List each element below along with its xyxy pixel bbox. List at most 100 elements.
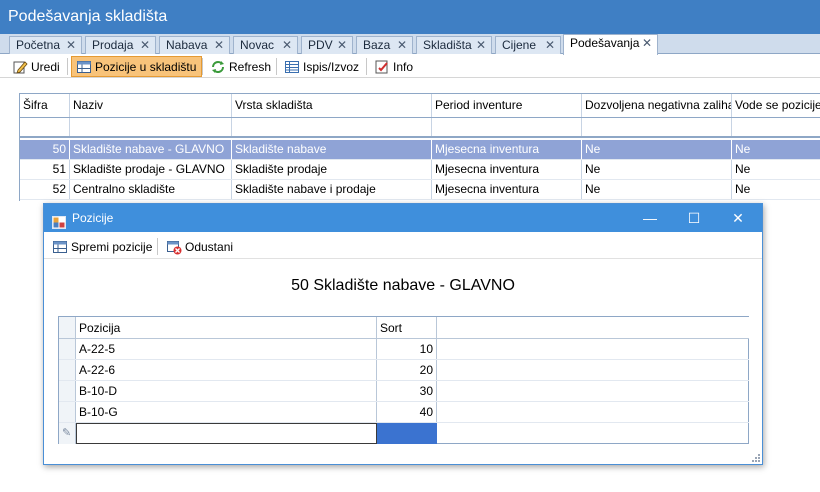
tab-baza[interactable]: Baza ✕ — [356, 36, 413, 54]
edit-button[interactable]: Uredi — [8, 56, 65, 77]
edit-icon — [12, 59, 28, 75]
print-export-label: Ispis/Izvoz — [303, 59, 360, 74]
minimize-icon[interactable]: — — [628, 204, 672, 232]
new-row-pencil-icon: ✎ — [59, 423, 76, 444]
positions-dialog: Pozicije — ☐ ✕ Spremi pozicije Odustani … — [43, 203, 763, 465]
filter-cell[interactable] — [70, 118, 232, 136]
cell-negativna: Ne — [582, 180, 732, 199]
tab-prodaja[interactable]: Prodaja ✕ — [85, 36, 156, 54]
table-row[interactable]: B-10-D 30 — [59, 381, 749, 402]
cell-period: Mjesecna inventura — [432, 140, 582, 159]
info-label: Info — [393, 59, 414, 74]
filter-cell[interactable] — [582, 118, 732, 136]
refresh-button[interactable]: Refresh — [206, 56, 276, 77]
dialog-toolbar: Spremi pozicije Odustani — [44, 233, 762, 259]
cell-sort[interactable]: 40 — [377, 402, 437, 422]
row-header[interactable] — [59, 339, 76, 359]
tab-podesavanja[interactable]: Podešavanja ✕ — [563, 34, 658, 55]
close-icon[interactable]: ✕ — [545, 37, 555, 53]
close-icon[interactable]: ✕ — [282, 37, 292, 53]
dialog-heading: 50 Skladište nabave - GLAVNO — [291, 277, 515, 294]
filter-cell[interactable] — [232, 118, 432, 136]
main-toolbar: Uredi Pozicije u skladištu Refresh Ispis… — [0, 55, 820, 78]
cell-sifra: 51 — [20, 160, 70, 179]
positions-button[interactable]: Pozicije u skladištu — [71, 56, 203, 77]
tab-novac[interactable]: Novac ✕ — [233, 36, 298, 54]
row-header[interactable] — [59, 381, 76, 401]
tab-pdv[interactable]: PDV ✕ — [301, 36, 353, 54]
row-header[interactable] — [59, 402, 76, 422]
app-title-bar: Podešavanja skladišta — [0, 0, 820, 34]
cell-sort[interactable]: 20 — [377, 360, 437, 380]
column-header-pozicije[interactable]: Vode se pozicije — [732, 94, 820, 117]
toolbar-separator — [157, 238, 158, 255]
tab-nabava[interactable]: Nabava ✕ — [159, 36, 230, 54]
close-icon[interactable]: ✕ — [476, 37, 486, 53]
cell-sort[interactable]: 10 — [377, 339, 437, 359]
save-grid-icon — [52, 239, 68, 255]
table-row[interactable]: 51 Skladište prodaje - GLAVNO Skladište … — [20, 160, 820, 180]
tab-label: Novac — [240, 38, 275, 52]
row-header[interactable] — [59, 360, 76, 380]
toolbar-separator — [366, 58, 367, 75]
print-icon — [284, 59, 300, 75]
cancel-button[interactable]: Odustani — [162, 236, 238, 257]
cell-pozicija[interactable]: A-22-6 — [76, 360, 377, 380]
column-header-sifra[interactable]: Šifra — [20, 94, 70, 117]
table-row[interactable]: 50 Skladište nabave - GLAVNO Skladište n… — [20, 140, 820, 160]
close-icon[interactable]: ✕ — [214, 37, 224, 53]
cell-vrsta: Skladište prodaje — [232, 160, 432, 179]
close-icon[interactable]: ✕ — [66, 37, 76, 53]
close-icon[interactable]: ✕ — [716, 204, 760, 232]
cell-pozicije: Ne — [732, 180, 820, 199]
save-positions-label: Spremi pozicije — [71, 239, 153, 254]
resize-grip[interactable] — [750, 452, 760, 462]
print-export-button[interactable]: Ispis/Izvoz — [280, 56, 364, 77]
save-positions-button[interactable]: Spremi pozicije — [48, 236, 157, 257]
new-pozicija-input[interactable] — [76, 423, 377, 444]
dialog-title-bar[interactable]: Pozicije — ☐ ✕ — [44, 204, 762, 232]
close-icon[interactable]: ✕ — [642, 35, 652, 51]
grid-icon — [76, 59, 92, 75]
close-icon[interactable]: ✕ — [140, 37, 150, 53]
filter-cell[interactable] — [432, 118, 582, 136]
tab-pocetna[interactable]: Početna ✕ — [9, 36, 82, 54]
column-header-pozicija[interactable]: Pozicija — [76, 317, 377, 338]
filter-cell[interactable] — [20, 118, 70, 136]
tab-label: Skladišta — [423, 38, 472, 52]
table-row[interactable]: B-10-G 40 — [59, 402, 749, 423]
column-header-vrsta[interactable]: Vrsta skladišta — [232, 94, 432, 117]
info-button[interactable]: Info — [370, 56, 418, 77]
column-header-naziv[interactable]: Naziv — [70, 94, 232, 117]
cell-negativna: Ne — [582, 140, 732, 159]
cell-sort[interactable]: 30 — [377, 381, 437, 401]
app-icon — [52, 211, 66, 229]
maximize-icon[interactable]: ☐ — [672, 204, 716, 232]
positions-grid: Pozicija Sort A-22-5 10 A-22-6 20 B-10-D… — [58, 316, 749, 444]
column-header-negativna[interactable]: Dozvoljena negativna zaliha — [582, 94, 732, 117]
toolbar-separator — [67, 58, 68, 75]
close-icon[interactable]: ✕ — [397, 37, 407, 53]
app-title: Podešavanja skladišta — [8, 8, 168, 25]
tab-cijene[interactable]: Cijene ✕ — [495, 36, 561, 54]
tab-label: Početna — [16, 38, 61, 52]
new-sort-input[interactable] — [377, 423, 437, 444]
cell-period: Mjesecna inventura — [432, 180, 582, 199]
tab-strip: Početna ✕ Prodaja ✕ Nabava ✕ Novac ✕ PDV… — [0, 34, 820, 55]
cell-pozicija[interactable]: A-22-5 — [76, 339, 377, 359]
table-row[interactable]: A-22-6 20 — [59, 360, 749, 381]
cell-naziv: Skladište prodaje - GLAVNO — [70, 160, 232, 179]
grid-filter-row[interactable] — [20, 118, 820, 138]
grid-header: Pozicija Sort — [59, 317, 749, 339]
cell-pozicija[interactable]: B-10-G — [76, 402, 377, 422]
new-row[interactable]: ✎ — [59, 423, 749, 444]
cell-pozicija[interactable]: B-10-D — [76, 381, 377, 401]
table-row[interactable]: A-22-5 10 — [59, 339, 749, 360]
info-icon — [374, 59, 390, 75]
column-header-period[interactable]: Period inventure — [432, 94, 582, 117]
table-row[interactable]: 52 Centralno skladište Skladište nabave … — [20, 180, 820, 200]
filter-cell[interactable] — [732, 118, 820, 136]
tab-skladista[interactable]: Skladišta ✕ — [416, 36, 492, 54]
column-header-sort[interactable]: Sort — [377, 317, 437, 338]
close-icon[interactable]: ✕ — [337, 37, 347, 53]
